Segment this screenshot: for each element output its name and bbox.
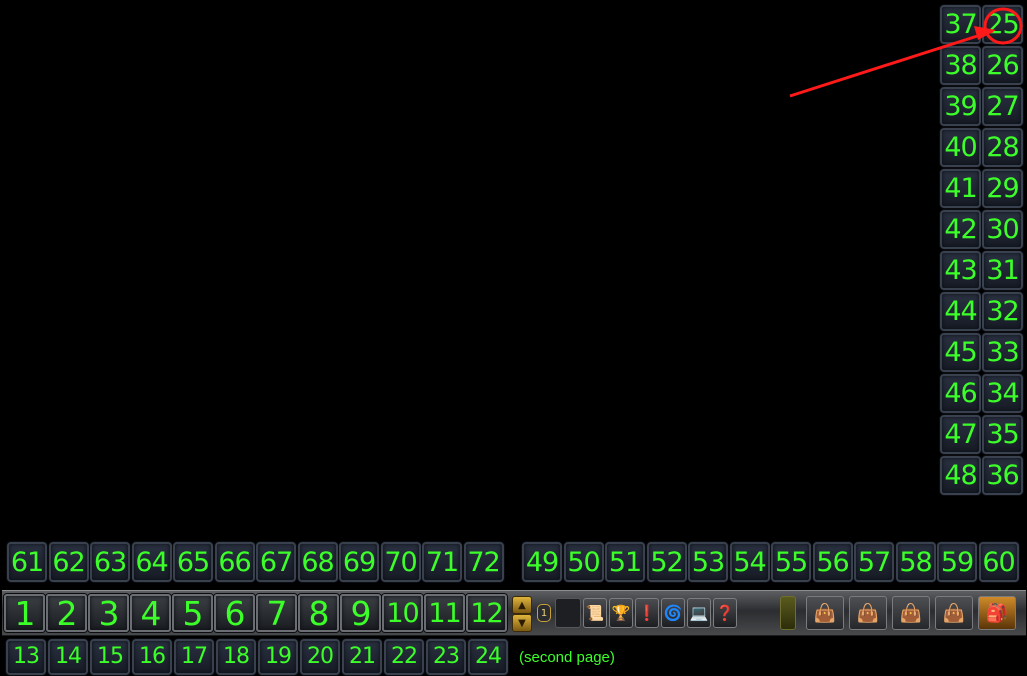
action-slot[interactable]: 8 (298, 594, 339, 632)
action-slot[interactable]: 25 (982, 5, 1023, 44)
action-slot[interactable]: 35 (982, 415, 1023, 454)
action-slot[interactable]: 50 (563, 542, 604, 582)
action-slot[interactable]: 33 (982, 333, 1023, 372)
pvp-icon[interactable]: 🌀 (661, 598, 685, 628)
help-icon[interactable]: ❓ (713, 598, 737, 628)
action-slot[interactable]: 39 (940, 87, 981, 126)
action-slot[interactable]: 31 (982, 251, 1023, 290)
action-slot[interactable]: 9 (340, 594, 381, 632)
action-slot[interactable]: 2 (46, 594, 87, 632)
action-slot[interactable]: 62 (48, 542, 89, 582)
second-page-note: (second page) (519, 649, 615, 666)
action-slot[interactable]: 24 (468, 639, 508, 675)
action-slot[interactable]: 53 (688, 542, 728, 582)
action-slot[interactable]: 48 (940, 456, 981, 495)
action-slot[interactable]: 51 (605, 542, 645, 582)
socials-icon[interactable]: 💻 (687, 598, 711, 628)
action-slot[interactable]: 47 (940, 415, 981, 454)
action-slot[interactable]: 41 (940, 169, 981, 208)
action-slot[interactable]: 58 (895, 542, 936, 582)
action-slot[interactable]: 13 (6, 639, 46, 675)
action-slot[interactable]: 69 (339, 542, 379, 582)
action-slot[interactable]: 55 (771, 542, 811, 582)
action-slot[interactable]: 64 (131, 542, 172, 582)
achievement-icon[interactable]: 🏆 (609, 598, 633, 628)
character-icon[interactable]: 📜 (583, 598, 607, 628)
action-slot[interactable]: 32 (982, 292, 1023, 331)
action-slot[interactable]: 46 (940, 374, 981, 413)
action-slot[interactable]: 30 (982, 210, 1023, 249)
action-slot[interactable]: 40 (940, 128, 981, 167)
action-slot[interactable]: 67 (256, 542, 296, 582)
action-slot[interactable]: 29 (982, 169, 1023, 208)
action-slot[interactable]: 15 (90, 639, 130, 675)
bag-separator (780, 596, 796, 630)
action-slot[interactable]: 23 (426, 639, 466, 675)
action-slot[interactable]: 28 (982, 128, 1023, 167)
action-slot[interactable]: 45 (940, 333, 981, 372)
action-slot[interactable]: 70 (380, 542, 421, 582)
action-slot[interactable]: 6 (214, 594, 255, 632)
action-slot[interactable]: 59 (937, 542, 977, 582)
action-slot[interactable]: 42 (940, 210, 981, 249)
action-slot[interactable]: 56 (812, 542, 853, 582)
quest-log-icon[interactable]: ❗ (635, 598, 659, 628)
action-slot[interactable]: 7 (256, 594, 297, 632)
page-number: 1 (537, 604, 551, 622)
bag-slot-icon[interactable]: 👜 (849, 596, 887, 630)
action-slot[interactable]: 20 (300, 639, 340, 675)
action-slot[interactable]: 34 (982, 374, 1023, 413)
action-slot[interactable]: 19 (258, 639, 298, 675)
action-slot[interactable]: 63 (90, 542, 130, 582)
action-slot[interactable]: 37 (940, 5, 981, 44)
action-slot[interactable]: 54 (729, 542, 770, 582)
action-slot[interactable]: 52 (646, 542, 687, 582)
micro-menu-empty-slot (555, 598, 581, 628)
action-slot[interactable]: 11 (424, 594, 465, 632)
action-slot[interactable]: 10 (382, 594, 423, 632)
action-slot[interactable]: 65 (173, 542, 213, 582)
action-slot[interactable]: 16 (132, 639, 172, 675)
action-slot[interactable]: 22 (384, 639, 424, 675)
action-slot[interactable]: 49 (522, 542, 562, 582)
action-slot[interactable]: 57 (854, 542, 894, 582)
action-slot[interactable]: 71 (422, 542, 462, 582)
action-slot[interactable]: 43 (940, 251, 981, 290)
action-slot[interactable]: 36 (982, 456, 1023, 495)
page-down-button[interactable]: ▼ (512, 614, 532, 632)
page-up-button[interactable]: ▲ (512, 596, 532, 614)
chevron-down-icon: ▼ (518, 617, 526, 629)
action-slot[interactable]: 72 (463, 542, 504, 582)
action-slot[interactable]: 26 (982, 46, 1023, 85)
action-slot[interactable]: 3 (88, 594, 129, 632)
action-slot[interactable]: 14 (48, 639, 88, 675)
action-slot[interactable]: 44 (940, 292, 981, 331)
bag-slot-icon[interactable]: 👜 (806, 596, 844, 630)
bag-slot-icon[interactable]: 👜 (892, 596, 930, 630)
action-slot[interactable]: 27 (982, 87, 1023, 126)
chevron-up-icon: ▲ (518, 599, 526, 611)
action-slot[interactable]: 38 (940, 46, 981, 85)
action-slot[interactable]: 1 (4, 594, 45, 632)
action-slot[interactable]: 18 (216, 639, 256, 675)
action-slot[interactable]: 17 (174, 639, 214, 675)
action-slot[interactable]: 68 (297, 542, 338, 582)
backpack-icon[interactable]: 🎒 (978, 596, 1016, 630)
action-slot[interactable]: 12 (466, 594, 507, 632)
action-slot[interactable]: 4 (130, 594, 171, 632)
action-slot[interactable]: 21 (342, 639, 382, 675)
bag-slot-icon[interactable]: 👜 (935, 596, 973, 630)
action-slot[interactable]: 60 (978, 542, 1019, 582)
action-slot[interactable]: 66 (214, 542, 255, 582)
action-slot[interactable]: 61 (7, 542, 47, 582)
action-slot[interactable]: 5 (172, 594, 213, 632)
